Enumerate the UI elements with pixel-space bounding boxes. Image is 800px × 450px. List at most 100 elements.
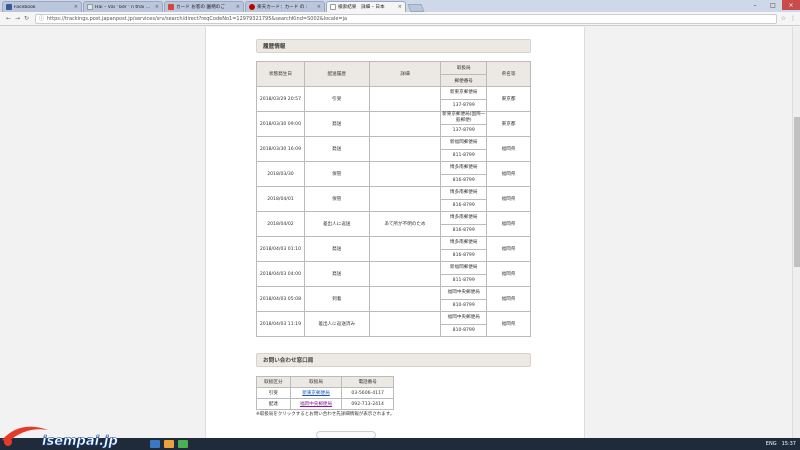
back-icon[interactable]: ←: [4, 15, 13, 22]
browser-tab[interactable]: Facebook ×: [2, 1, 82, 12]
history-detail: [368, 111, 442, 137]
tab-label: Facebook: [14, 4, 36, 10]
tab-close-icon[interactable]: ×: [74, 4, 78, 10]
contact-header-tel: 電話番号: [341, 376, 394, 388]
browser-tab[interactable]: Hải – Vải ' bếr ' n thái Ru: ×: [83, 1, 163, 12]
history-pref: 福岡県: [486, 186, 531, 212]
page-icon: [87, 4, 93, 10]
history-office: 博多南郵便局: [440, 211, 488, 225]
reload-icon[interactable]: ↻: [22, 15, 31, 22]
tab-close-icon[interactable]: ×: [155, 4, 159, 10]
history-detail: [368, 261, 442, 287]
url-text: https://trackings.post.japanpost.jp/serv…: [47, 15, 348, 22]
history-type: 保管: [303, 161, 370, 187]
history-postcode: 810-8799: [440, 298, 488, 312]
browser-tab[interactable]: カード お客の 園柄のご ×: [164, 1, 244, 12]
history-office: 新福岡郵便局: [440, 261, 488, 275]
table-row: 2018/04/03 01:10 発送 博多南郵便局 福岡県: [256, 236, 531, 262]
history-type: 発送: [303, 236, 370, 262]
forward-icon[interactable]: →: [13, 15, 22, 22]
table-row: 配達 福岡中央郵便局 092-713-2414: [256, 398, 394, 410]
contact-office-link[interactable]: 新東京郵便局: [302, 391, 330, 396]
contact-type: 引受: [256, 387, 291, 399]
history-postcode: 811-8799: [440, 273, 488, 287]
maximize-icon[interactable]: □: [764, 0, 782, 10]
contact-header-type: 取扱区分: [256, 376, 291, 388]
browser-toolbar: ← → ↻ ⓘ https://trackings.post.japanpost…: [0, 12, 800, 26]
table-row: 引受 新東京郵便局 03-5606-4117: [256, 387, 394, 399]
taskbar-app-icon[interactable]: [164, 440, 174, 448]
history-date: 2018/03/30: [256, 161, 305, 187]
contact-tel: 092-713-2414: [341, 398, 394, 410]
history-postcode: 810-8799: [440, 323, 488, 337]
history-type: 差出人に返送: [303, 211, 370, 237]
browser-tab[interactable]: 楽天カード：カード の : ×: [245, 1, 325, 12]
history-table: 状態発生日 配送履歴 詳細 取扱局 県名等 郵便番号 2018/03/29 20…: [256, 61, 531, 337]
page-content: 履歴情報 状態発生日 配送履歴 詳細 取扱局 県名等 郵便番号 2018/03/…: [205, 27, 585, 438]
system-tray: ENG 15:37: [761, 438, 796, 450]
facebook-icon: [6, 4, 12, 10]
history-pref: 東京都: [486, 86, 531, 112]
history-date: 2018/04/03 05:08: [256, 286, 305, 312]
header-office: 取扱局: [440, 61, 488, 75]
history-office: 新福岡郵便局: [440, 136, 488, 150]
history-type: 発送: [303, 136, 370, 162]
tab-close-icon[interactable]: ×: [398, 4, 402, 10]
history-type: 引受: [303, 86, 370, 112]
history-detail: [368, 161, 442, 187]
table-row: 2018/03/30 09:00 発送 新東京郵便局(国際一般郵便) 東京都: [256, 111, 531, 137]
history-postcode: 137-8799: [440, 98, 488, 112]
history-pref: 福岡県: [486, 211, 531, 237]
minimize-icon[interactable]: –: [746, 0, 764, 10]
window-close-icon[interactable]: ×: [782, 0, 800, 10]
scrollbar-thumb[interactable]: [794, 117, 800, 267]
history-type: 保管: [303, 186, 370, 212]
history-date: 2018/04/03 11:19: [256, 311, 305, 337]
page-scrollbar[interactable]: [792, 27, 800, 438]
history-postcode: 137-8799: [440, 123, 488, 137]
history-pref: 東京都: [486, 111, 531, 137]
page-bottom-control[interactable]: [316, 431, 376, 438]
contact-tel: 03-5606-4117: [341, 387, 394, 399]
history-section-title: 履歴情報: [256, 39, 531, 53]
tab-close-icon[interactable]: ×: [317, 4, 321, 10]
history-detail: [368, 236, 442, 262]
history-detail: あて所が不明のため: [368, 211, 442, 237]
table-row: 2018/04/03 11:19 差出人に返送済み 福岡中央郵便局 福岡県: [256, 311, 531, 337]
history-office: 新東京郵便局: [440, 86, 488, 100]
rakuten-icon: [249, 4, 255, 10]
page-icon: [330, 4, 336, 10]
page-viewport: 履歴情報 状態発生日 配送履歴 詳細 取扱局 県名等 郵便番号 2018/03/…: [0, 27, 792, 438]
address-bar[interactable]: ⓘ https://trackings.post.japanpost.jp/se…: [35, 13, 777, 24]
table-row: 2018/03/30 16:09 発送 新福岡郵便局 福岡県: [256, 136, 531, 162]
history-date: 2018/03/30 16:09: [256, 136, 305, 162]
history-type: 発送: [303, 261, 370, 287]
history-office: 博多南郵便局: [440, 186, 488, 200]
tab-close-icon[interactable]: ×: [236, 4, 240, 10]
language-indicator[interactable]: ENG: [766, 441, 777, 447]
gmail-icon: [168, 4, 174, 10]
clock[interactable]: 15:37: [782, 441, 796, 447]
bookmark-star-icon[interactable]: ☆: [781, 15, 786, 22]
contact-office-link[interactable]: 福岡中央郵便局: [300, 402, 332, 407]
menu-icon[interactable]: ⋮: [790, 15, 796, 22]
history-type: 発送: [303, 111, 370, 137]
watermark-logo: isempai.jp: [2, 426, 118, 449]
history-postcode: 816-8799: [440, 198, 488, 212]
header-pref: 県名等: [486, 61, 531, 87]
tab-label: カード お客の 園柄のご: [176, 5, 225, 10]
history-detail: [368, 311, 442, 337]
browser-tab-active[interactable]: 検索結果 詳細 – 日本 ×: [326, 1, 406, 12]
tab-label: 検索結果 詳細 – 日本: [338, 5, 385, 10]
history-type: 差出人に返送済み: [303, 311, 370, 337]
history-pref: 福岡県: [486, 136, 531, 162]
history-postcode: 816-8799: [440, 248, 488, 262]
info-icon[interactable]: ⓘ: [39, 15, 44, 22]
history-date: 2018/04/02: [256, 211, 305, 237]
history-office: 博多南郵便局: [440, 236, 488, 250]
history-pref: 福岡県: [486, 161, 531, 187]
new-tab-button[interactable]: [407, 4, 425, 12]
history-postcode: 816-8799: [440, 223, 488, 237]
taskbar-app-icon[interactable]: [150, 440, 160, 448]
taskbar-app-icon[interactable]: [178, 440, 188, 448]
